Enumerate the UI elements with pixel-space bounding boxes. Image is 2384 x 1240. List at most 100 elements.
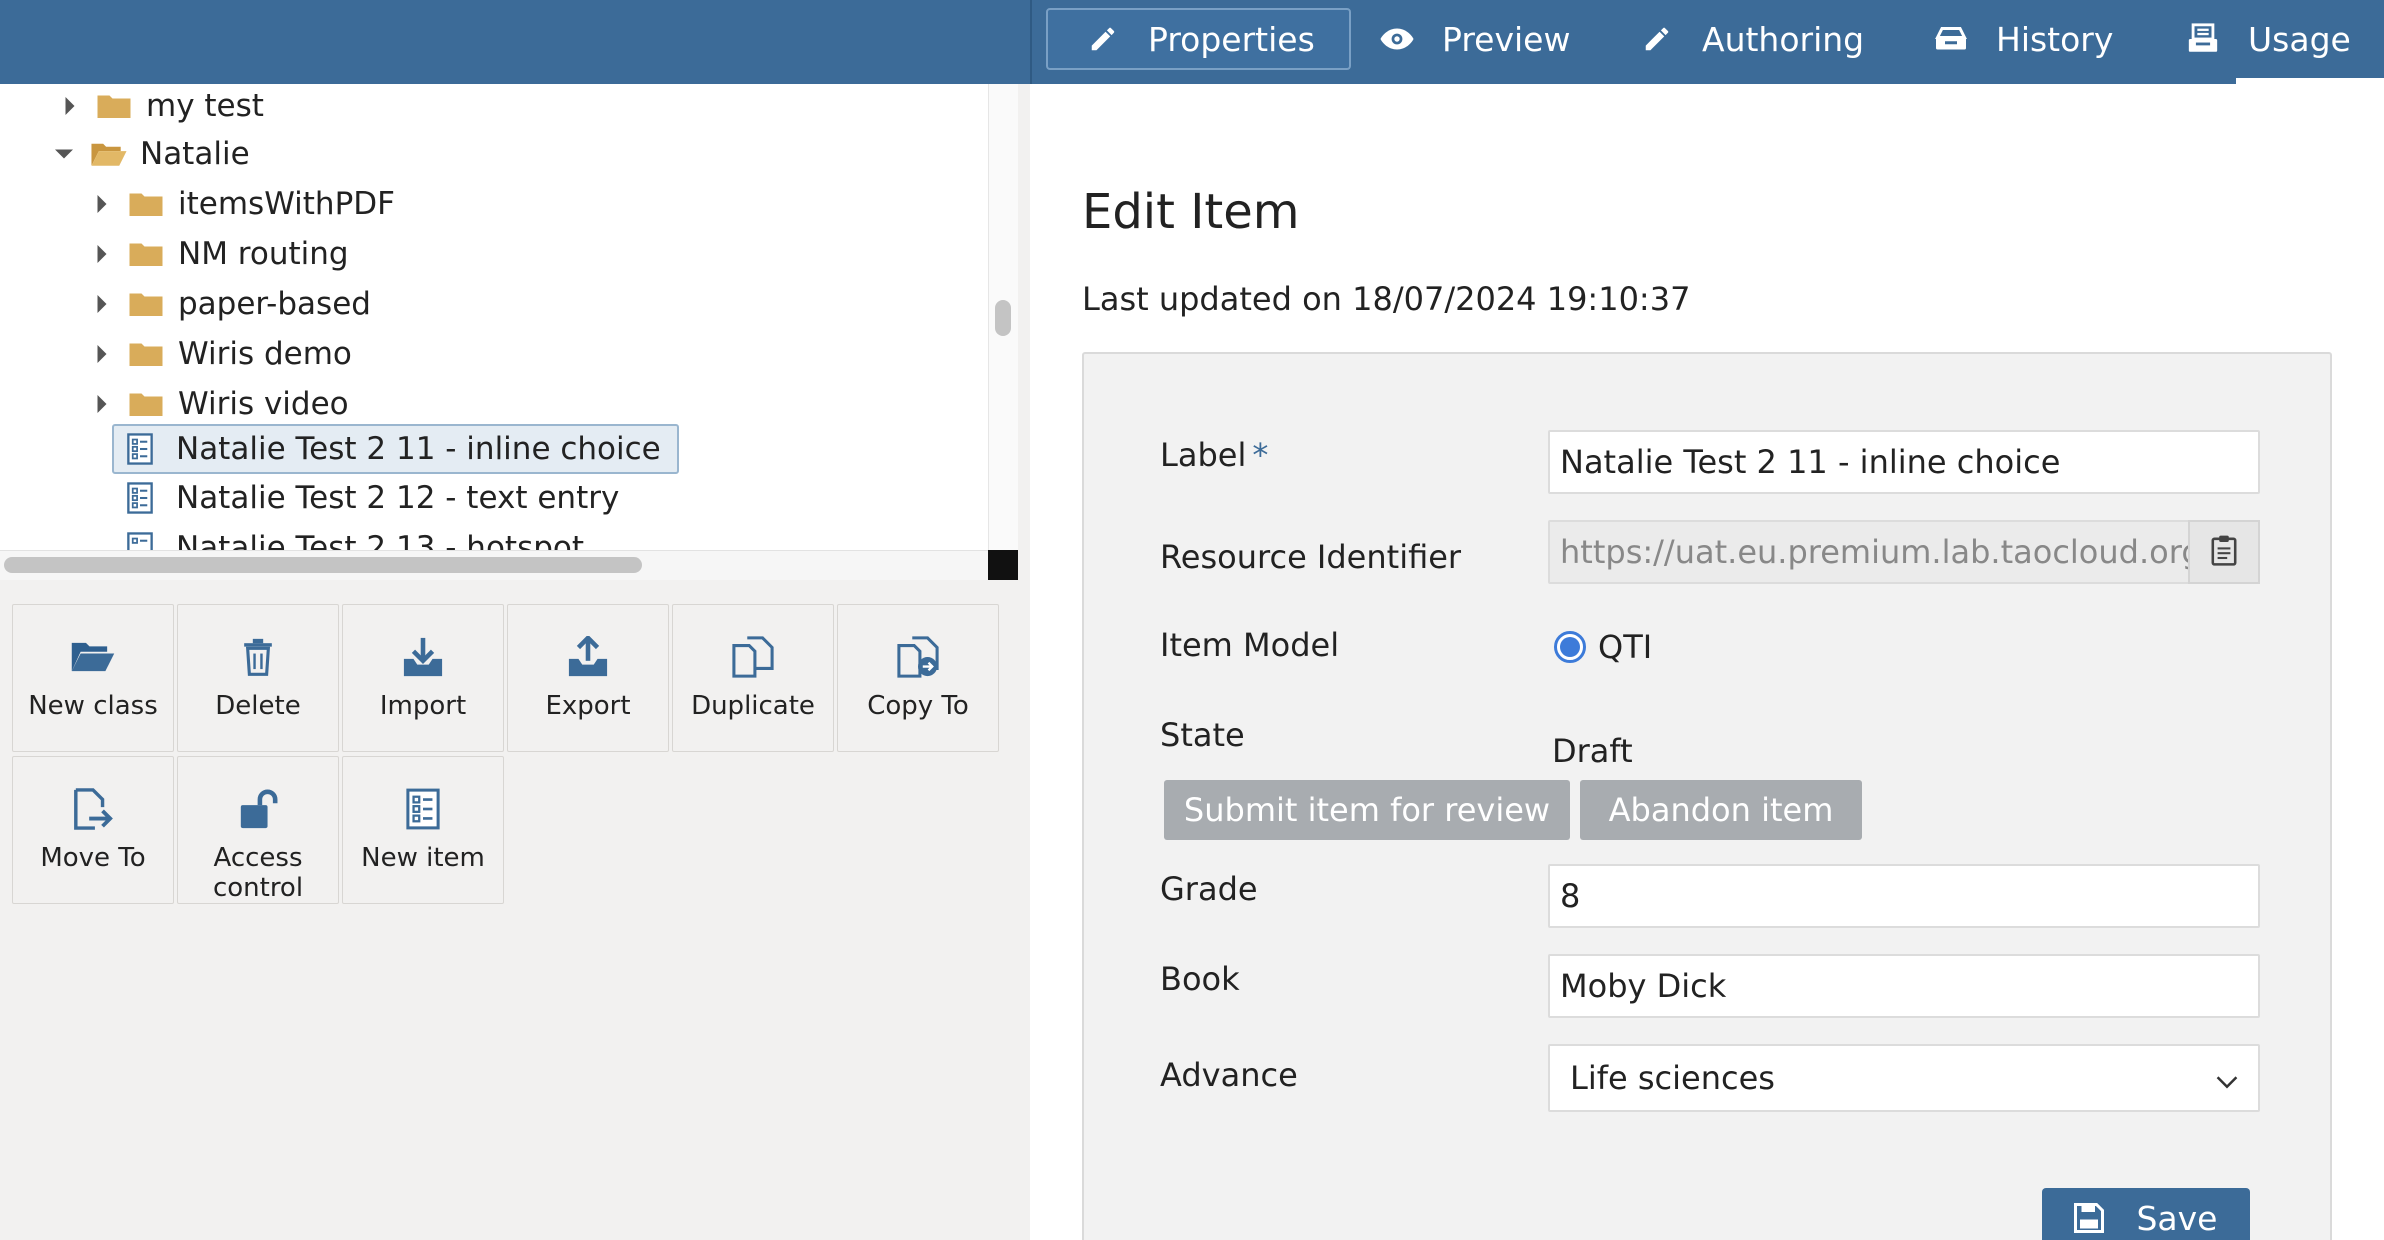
tree-node-folder[interactable]: my test [56, 84, 264, 130]
new-item-icon [399, 785, 447, 833]
duplicate-icon [729, 633, 777, 681]
tab-usage[interactable]: Usage [2182, 8, 2351, 70]
move-to-icon [69, 785, 117, 833]
state-label: State [1160, 716, 1245, 754]
tree-node-folder[interactable]: itemsWithPDF [88, 180, 395, 228]
tab-authoring[interactable]: Authoring [1636, 8, 1864, 70]
folder-open-icon [69, 633, 117, 681]
new-item-button[interactable]: New item [342, 756, 504, 904]
grade-label: Grade [1160, 870, 1258, 908]
tree-node-label: itemsWithPDF [178, 186, 395, 222]
caret-right-icon[interactable] [88, 340, 116, 368]
clipboard-icon [2211, 534, 2237, 570]
tab-label: Authoring [1702, 19, 1865, 59]
usage-icon [2182, 18, 2224, 60]
edit-item-form: Label* Resource Identifier https://uat.e… [1082, 352, 2332, 1240]
save-label: Save [2136, 1198, 2218, 1238]
advance-select[interactable]: Life sciences [1548, 1044, 2260, 1112]
floppy-disk-icon [2074, 1201, 2108, 1235]
tree-node-item-selected[interactable]: Natalie Test 2 11 - inline choice [112, 424, 679, 474]
caret-right-icon[interactable] [88, 190, 116, 218]
copy-identifier-button[interactable] [2188, 520, 2260, 584]
action-label: Export [545, 691, 631, 721]
top-bar: Properties Preview Authoring History Usa… [0, 0, 2384, 84]
unlock-icon [234, 785, 282, 833]
tree-node-folder[interactable]: Natalie [50, 130, 250, 178]
export-icon [564, 633, 612, 681]
caret-right-icon[interactable] [88, 390, 116, 418]
caret-down-icon[interactable] [50, 140, 78, 168]
eye-icon [1376, 18, 1418, 60]
tree-node-folder[interactable]: Wiris demo [88, 330, 352, 378]
tab-properties[interactable]: Properties [1046, 8, 1351, 70]
page-title: Edit Item [1082, 184, 1300, 240]
tree-node-item[interactable]: Natalie Test 2 12 - text entry [126, 474, 619, 522]
grade-input[interactable] [1548, 864, 2260, 928]
chevron-down-icon [2216, 1059, 2238, 1097]
resource-tree: my test Natalie itemsWithPDF NM routing … [0, 84, 1018, 580]
import-icon [399, 633, 447, 681]
new-class-button[interactable]: New class [12, 604, 174, 752]
trash-icon [234, 633, 282, 681]
history-icon [1930, 18, 1972, 60]
folder-open-icon [90, 138, 128, 170]
folder-icon [128, 338, 166, 370]
item-icon [126, 482, 164, 514]
tree-node-folder[interactable]: NM routing [88, 230, 349, 278]
tree-node-label: Natalie Test 2 11 - inline choice [176, 431, 661, 467]
tree-node-label: Natalie Test 2 12 - text entry [176, 480, 620, 516]
tab-label: History [1996, 19, 2114, 59]
vertical-scroll-thumb[interactable] [995, 300, 1011, 336]
save-button[interactable]: Save [2042, 1188, 2250, 1240]
horizontal-scroll-thumb[interactable] [4, 557, 642, 573]
item-model-radio[interactable]: QTI [1554, 628, 1652, 666]
action-label: Delete [215, 691, 301, 721]
last-updated-text: Last updated on 18/07/2024 19:10:37 [1082, 280, 1691, 318]
radio-selected[interactable] [1554, 631, 1586, 663]
tree-node-folder[interactable]: paper-based [88, 280, 371, 328]
copy-to-button[interactable]: Copy To [837, 604, 999, 752]
pencil-icon [1082, 18, 1124, 60]
folder-icon [128, 288, 166, 320]
tree-node-folder[interactable]: Wiris video [88, 380, 349, 428]
tab-label: Usage [2248, 19, 2351, 59]
state-value: Draft [1552, 732, 1633, 770]
tree-node-label: my test [146, 88, 264, 124]
delete-button[interactable]: Delete [177, 604, 339, 752]
label-input[interactable] [1548, 430, 2260, 494]
select-value: Life sciences [1570, 1059, 1775, 1097]
tab-preview[interactable]: Preview [1376, 8, 1570, 70]
access-control-button[interactable]: Access control [177, 756, 339, 904]
import-button[interactable]: Import [342, 604, 504, 752]
tab-label: Preview [1442, 19, 1571, 59]
action-label: New item [361, 843, 485, 873]
book-input[interactable] [1548, 954, 2260, 1018]
abandon-item-button[interactable]: Abandon item [1580, 780, 1862, 840]
item-icon [126, 433, 164, 465]
tree-node-label: Wiris demo [178, 336, 352, 372]
resource-identifier-input[interactable]: https://uat.eu.premium.lab.taocloud.org/… [1548, 520, 2190, 584]
item-model-label: Item Model [1160, 626, 1340, 664]
copy-to-icon [894, 633, 942, 681]
label-field-label: Label * [1160, 436, 1269, 474]
advance-label: Advance [1160, 1056, 1298, 1094]
caret-right-icon[interactable] [56, 92, 84, 120]
tab-history[interactable]: History [1930, 8, 2113, 70]
export-button[interactable]: Export [507, 604, 669, 752]
submit-for-review-button[interactable]: Submit item for review [1164, 780, 1570, 840]
action-label: Copy To [867, 691, 969, 721]
resource-identifier-label: Resource Identifier [1160, 538, 1462, 576]
folder-icon [128, 388, 166, 420]
caret-right-icon[interactable] [88, 290, 116, 318]
move-to-button[interactable]: Move To [12, 756, 174, 904]
resize-handle[interactable] [988, 550, 1018, 580]
main-panel: Edit Item Last updated on 18/07/2024 19:… [1032, 84, 2384, 1240]
tree-node-label: paper-based [178, 286, 371, 322]
header-divider [1030, 0, 1032, 84]
duplicate-button[interactable]: Duplicate [672, 604, 834, 752]
tree-node-label: Wiris video [178, 386, 349, 422]
folder-icon [128, 238, 166, 270]
required-marker: * [1252, 436, 1269, 474]
left-panel: my test Natalie itemsWithPDF NM routing … [0, 84, 1030, 1240]
caret-right-icon[interactable] [88, 240, 116, 268]
